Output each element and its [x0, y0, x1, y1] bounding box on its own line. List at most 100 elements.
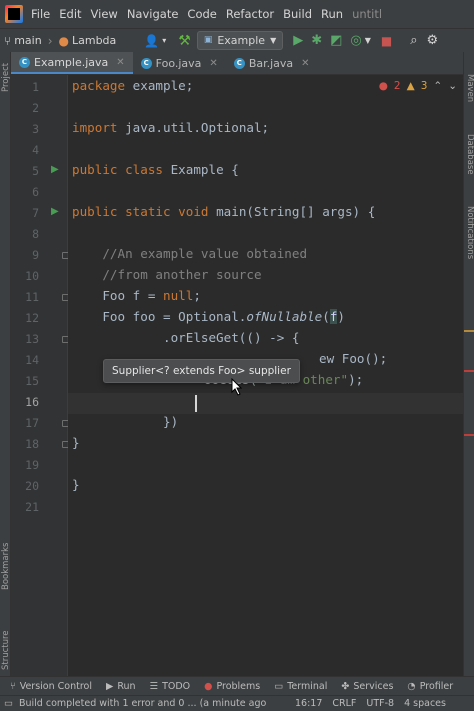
menu-bar: File Edit View Navigate Code Refactor Bu…: [0, 0, 474, 28]
chevron-down-icon[interactable]: ▼: [365, 36, 371, 45]
profile-icon[interactable]: ◎: [350, 34, 361, 47]
problems-tool[interactable]: ● Problems: [204, 681, 260, 692]
code-line: }: [72, 435, 80, 450]
close-icon[interactable]: ✕: [116, 57, 124, 68]
code-line: ew Foo();: [319, 351, 388, 366]
problems-icon: ●: [204, 680, 213, 692]
line-number: 2: [32, 101, 39, 115]
menu-edit[interactable]: Edit: [59, 7, 81, 21]
tab-example-java[interactable]: C Example.java ✕: [11, 52, 133, 74]
warning-count: 3: [420, 80, 428, 92]
services-icon: ✤: [341, 680, 350, 692]
menu-view[interactable]: View: [91, 7, 118, 21]
tab-bar-java[interactable]: C Bar.java ✕: [226, 52, 318, 74]
menu-build[interactable]: Build: [283, 7, 312, 21]
settings-icon[interactable]: ⚙: [427, 34, 439, 47]
status-message[interactable]: Build completed with 1 error and 0 ... (…: [19, 698, 285, 709]
hammer-build-icon[interactable]: ⚒: [178, 34, 191, 48]
chevron-down-icon[interactable]: ⌄: [448, 80, 457, 92]
module-widget[interactable]: ● Lambda: [55, 32, 121, 50]
error-stripe-mark[interactable]: [464, 370, 474, 372]
line-number: 3: [32, 122, 39, 136]
module-icon: ●: [58, 33, 69, 48]
git-branch-icon: ⑂: [4, 33, 12, 48]
line-number: 4: [32, 143, 39, 157]
status-bar: ▭ Build completed with 1 error and 0 ...…: [0, 695, 474, 711]
git-branch-icon: ⑂: [10, 680, 16, 692]
line-number: 21: [25, 500, 39, 514]
services-tool[interactable]: ✤ Services: [341, 681, 393, 692]
mouse-pointer-icon: [231, 378, 243, 396]
editor-gutter[interactable]: 1 2 3 4 5 6 7 8 9 10 11 12 13 14 15 16 1…: [11, 75, 69, 676]
run-tool[interactable]: ▶ Run: [106, 681, 136, 692]
todo-tool[interactable]: ☰ TODO: [150, 681, 191, 692]
structure-tool-label[interactable]: Structure: [1, 630, 11, 670]
menu-navigate[interactable]: Navigate: [127, 7, 179, 21]
close-icon[interactable]: ✕: [301, 58, 309, 69]
line-number: 17: [25, 416, 39, 430]
run-gutter-icon[interactable]: ▶: [51, 206, 59, 217]
menu-refactor[interactable]: Refactor: [226, 7, 274, 21]
terminal-icon: ▭: [274, 680, 284, 692]
caret-position[interactable]: 16:17: [295, 698, 322, 709]
menu-code[interactable]: Code: [187, 7, 216, 21]
warning-stripe-mark[interactable]: [464, 330, 474, 332]
tab-label: Example.java: [34, 55, 109, 69]
text-caret: [195, 395, 197, 412]
inspection-widget[interactable]: ● 2 ▲ 3 ⌃ ⌄: [379, 80, 457, 92]
tab-foo-java[interactable]: C Foo.java ✕: [133, 52, 226, 74]
bookmarks-tool-label[interactable]: Bookmarks: [1, 543, 11, 591]
line-number: 9: [32, 248, 39, 262]
branch-label: main: [14, 34, 42, 47]
stop-icon[interactable]: ■: [381, 35, 392, 47]
line-number: 8: [32, 227, 39, 241]
file-encoding[interactable]: UTF-8: [366, 698, 394, 709]
list-icon: ☰: [149, 680, 159, 692]
separator-icon: ›: [47, 33, 53, 48]
close-icon[interactable]: ✕: [209, 58, 217, 69]
error-stripe-mark[interactable]: [464, 434, 474, 436]
project-tool-label[interactable]: Project: [1, 63, 11, 92]
run-icon[interactable]: ▶: [293, 34, 303, 47]
line-number: 7: [32, 206, 39, 220]
editor-tabs: C Example.java ✕ C Foo.java ✕ C Bar.java…: [11, 52, 463, 75]
line-number: 13: [25, 332, 39, 346]
line-separator[interactable]: CRLF: [332, 698, 356, 709]
database-tool-label[interactable]: Database: [465, 134, 474, 175]
profiler-tool[interactable]: ◔ Profiler: [407, 681, 453, 692]
debug-icon[interactable]: ✱: [311, 34, 322, 47]
line-number: 18: [25, 437, 39, 451]
tab-label: Foo.java: [155, 56, 202, 70]
run-gutter-icon[interactable]: ▶: [51, 164, 59, 175]
status-icon: ▭: [4, 698, 13, 709]
notifications-tool-label[interactable]: Notifications: [465, 206, 474, 259]
intellij-logo-icon[interactable]: [5, 5, 23, 23]
menu-run[interactable]: Run: [321, 7, 343, 21]
line-number: 5: [32, 164, 39, 178]
terminal-tool[interactable]: ▭ Terminal: [274, 681, 327, 692]
menu-file[interactable]: File: [31, 7, 50, 21]
coverage-icon[interactable]: ◩: [330, 34, 342, 47]
run-config-label: Example: [217, 34, 266, 47]
java-class-icon: C: [233, 57, 245, 69]
tool-window-bar: ⑂ Version Control ▶ Run ☰ TODO ● Problems ▭ T…: [0, 676, 474, 695]
chevron-up-icon[interactable]: ⌃: [433, 80, 442, 92]
code-line: Foo f = null;: [72, 288, 201, 303]
line-number: 20: [25, 479, 39, 493]
search-icon[interactable]: ⌕: [410, 34, 417, 47]
chevron-down-icon: ▼: [270, 35, 277, 45]
right-tool-strip: Maven Database Notifications: [463, 52, 474, 676]
warning-icon: ▲: [406, 80, 415, 92]
run-config-dropdown[interactable]: ▣ Example ▼: [196, 31, 284, 50]
java-class-icon: C: [140, 57, 152, 69]
window-title: untitl: [352, 7, 383, 21]
line-number: 6: [32, 185, 39, 199]
module-label: Lambda: [71, 34, 117, 47]
current-line-highlight: [68, 393, 463, 414]
user-button[interactable]: 👤 ▾: [140, 32, 170, 50]
run-icon: ▶: [106, 680, 114, 692]
indent-setting[interactable]: 4 spaces: [404, 698, 446, 709]
version-control-tool[interactable]: ⑂ Version Control: [10, 681, 92, 692]
maven-tool-label[interactable]: Maven: [465, 74, 474, 102]
branch-widget[interactable]: ⑂ main: [0, 32, 46, 50]
